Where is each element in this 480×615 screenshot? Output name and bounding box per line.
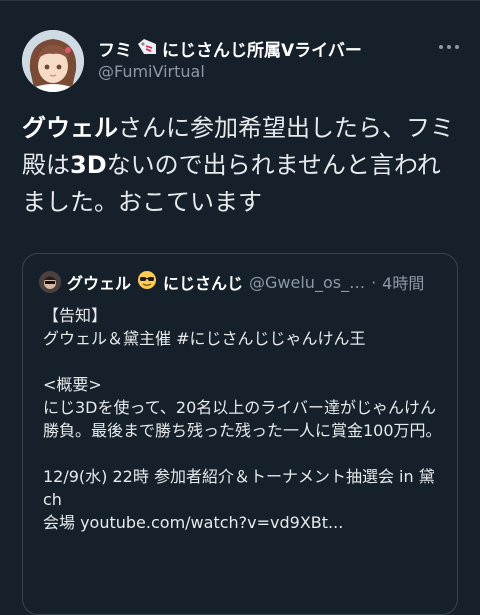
tweet-mention-name: グウェル xyxy=(22,114,118,142)
quote-author-name-part2: にじさんじ xyxy=(163,274,244,293)
quote-header: グウェル にじさんじ @Gwelu_os_… · 4時間 xyxy=(39,270,424,294)
quote-author-avatar[interactable] xyxy=(39,271,61,293)
quote-author-name-part1: グウェル xyxy=(67,274,132,293)
tweet-text: グウェルさんに参加希望出したら、フミ殿は3Dないので出られませんと言われました。… xyxy=(22,110,462,221)
quote-author-handle: @Gwelu_os_… xyxy=(249,272,366,292)
author-avatar[interactable] xyxy=(22,30,84,92)
author-handle[interactable]: @FumiVirtual xyxy=(98,62,205,81)
author-display-name-part2: にじさんじ所属Vライバー xyxy=(162,41,362,61)
more-dots-icon[interactable] xyxy=(438,42,460,52)
sunglasses-emoji-icon xyxy=(137,270,157,294)
author-avatar-image xyxy=(22,30,84,92)
tweet-text-3d: 3D xyxy=(70,151,107,179)
author-display-name-part1: フミ xyxy=(98,41,132,61)
quote-timestamp[interactable]: 4時間 xyxy=(382,270,424,294)
quote-separator: · xyxy=(371,272,377,292)
quote-tweet-card[interactable]: グウェル にじさんじ @Gwelu_os_… · 4時間 【告知】 グウェル＆黛… xyxy=(22,253,458,615)
top-divider xyxy=(0,0,480,1)
quote-body-text: 【告知】 グウェル＆黛主催 #にじさんじじゃんけん王 <概要> にじ3Dを使って… xyxy=(43,306,442,532)
author-name-row[interactable]: フミ にじさんじ所属Vライバー xyxy=(98,36,362,61)
name-tag-emoji-icon xyxy=(136,37,158,61)
